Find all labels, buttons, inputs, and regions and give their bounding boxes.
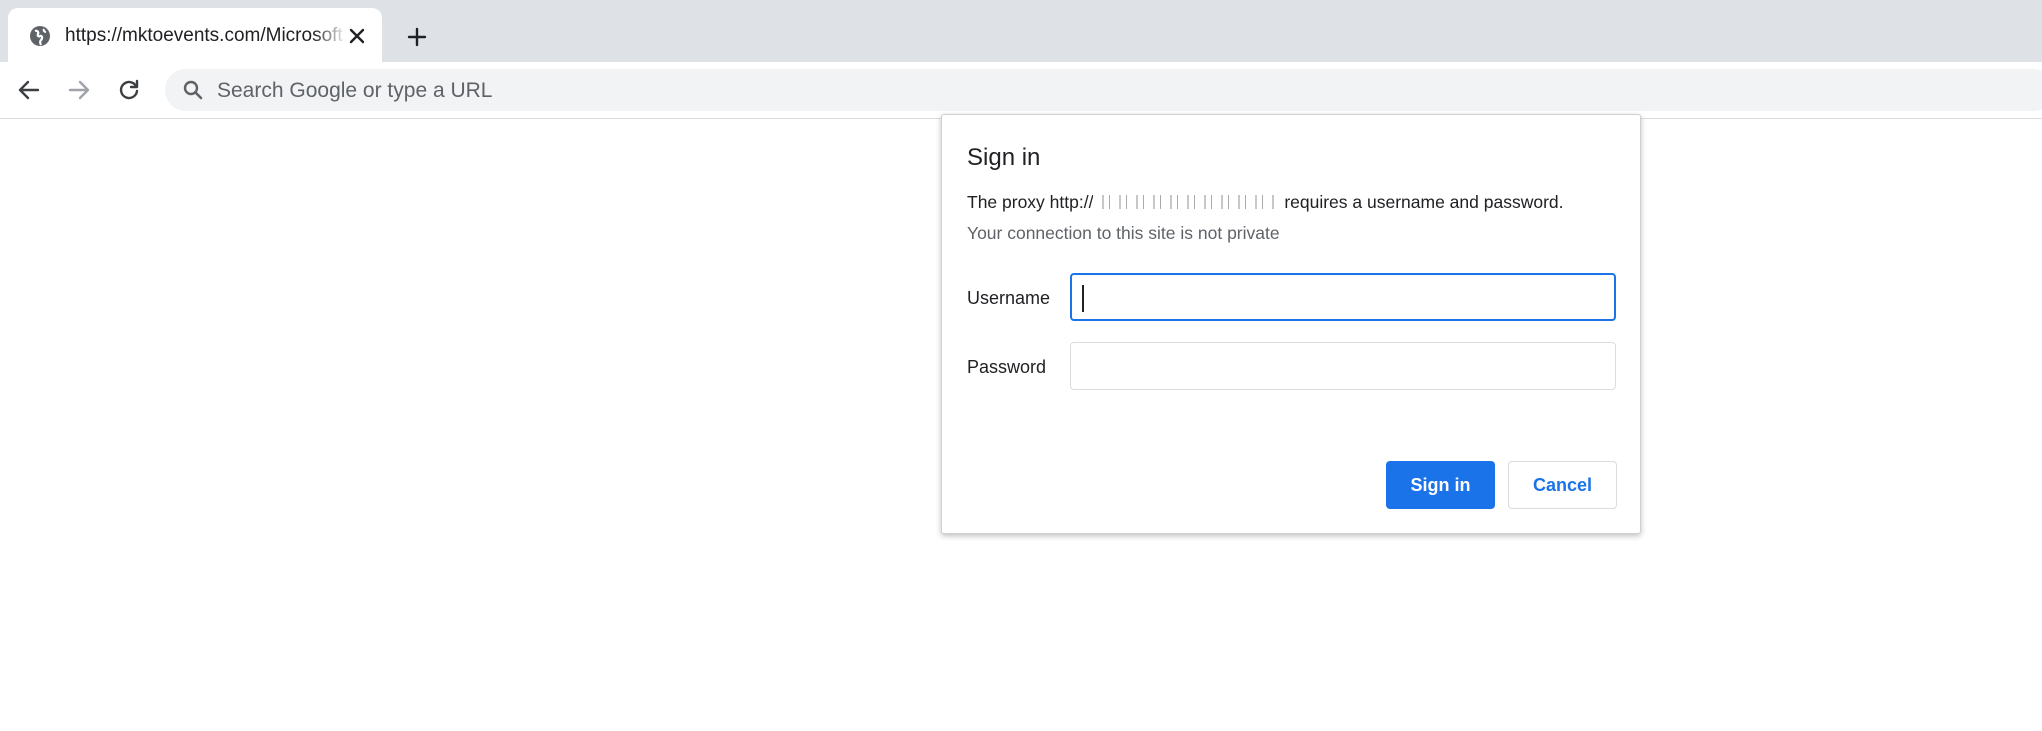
omnibox-placeholder: Search Google or type a URL <box>217 79 493 102</box>
browser-tab[interactable]: https://mktoevents.com/Microsoft <box>8 8 382 62</box>
sign-in-button[interactable]: Sign in <box>1386 461 1495 509</box>
arrow-right-icon[interactable] <box>61 72 97 108</box>
username-field[interactable] <box>1070 273 1616 321</box>
dialog-title: Sign in <box>967 144 1041 171</box>
search-icon <box>181 78 205 102</box>
username-label: Username <box>967 288 1051 308</box>
tab-title: https://mktoevents.com/Microsoft <box>65 25 343 46</box>
arrow-left-icon[interactable] <box>11 72 47 108</box>
browser-toolbar: Search Google or type a URL <box>0 62 2042 119</box>
globe-icon <box>28 24 52 48</box>
privacy-note: Your connection to this site is not priv… <box>967 223 1280 243</box>
redacted-proxy-address <box>1093 195 1280 209</box>
reload-icon[interactable] <box>111 72 147 108</box>
tab-strip: https://mktoevents.com/Microsoft <box>0 0 2042 62</box>
cancel-button[interactable]: Cancel <box>1508 461 1617 509</box>
password-field[interactable] <box>1070 342 1616 390</box>
dialog-message-prefix: The proxy http:// <box>967 192 1094 212</box>
password-label: Password <box>967 357 1047 377</box>
text-caret <box>1082 285 1084 312</box>
omnibox[interactable]: Search Google or type a URL <box>165 69 2042 111</box>
dialog-message-suffix: requires a username and password. <box>1279 192 1564 212</box>
close-icon[interactable] <box>344 23 370 49</box>
proxy-sign-in-dialog: Sign in The proxy http:// requires a use… <box>941 114 1641 534</box>
dialog-message: The proxy http:// requires a username an… <box>967 191 1564 213</box>
plus-icon[interactable] <box>400 20 434 54</box>
